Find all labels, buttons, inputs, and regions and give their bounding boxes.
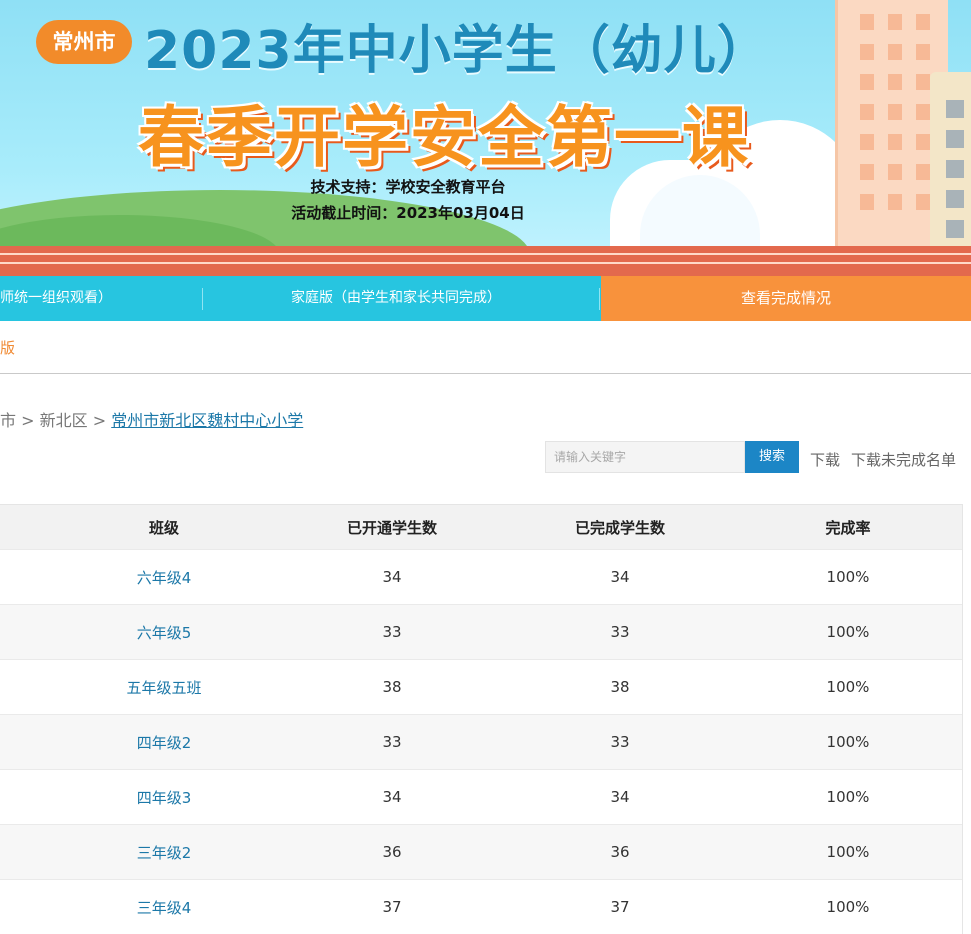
- opened-count: 38: [382, 678, 402, 696]
- completion-rate: 100%: [826, 678, 870, 696]
- opened-count: 34: [382, 568, 402, 586]
- class-link[interactable]: 四年级3: [50, 770, 278, 824]
- class-link[interactable]: 六年级4: [50, 550, 278, 604]
- running-track-decoration: [0, 246, 971, 276]
- column-header-completed: 已完成学生数: [574, 518, 665, 537]
- city-badge: 常州市: [36, 20, 132, 64]
- sub-tab-version[interactable]: 版: [0, 337, 15, 358]
- table-row: 六年级5 33 33 100%: [0, 604, 962, 659]
- tech-support-text: 技术支持：学校安全教育平台: [310, 178, 506, 196]
- completed-count: 34: [610, 568, 630, 586]
- breadcrumb: 市 > 新北区 > 常州市新北区魏村中心小学: [0, 407, 303, 431]
- table-row: 四年级2 33 33 100%: [0, 714, 962, 769]
- table-row: 六年级4 34 34 100%: [0, 549, 962, 604]
- class-link[interactable]: 五年级五班: [50, 660, 278, 714]
- deadline-text: 活动截止时间：2023年03月04日: [291, 204, 525, 222]
- nav-item-view-completion[interactable]: 查看完成情况: [601, 276, 971, 321]
- header-banner: 常州市 2023年中小学生（幼儿） 春季开学安全第一课 技术支持：学校安全教育平…: [0, 0, 971, 276]
- column-header-opened: 已开通学生数: [346, 518, 437, 537]
- breadcrumb-district[interactable]: 新北区: [40, 411, 88, 430]
- banner-subtitle: 春季开学安全第一课: [138, 99, 750, 176]
- table-row: 五年级五班 38 38 100%: [0, 659, 962, 714]
- completed-count: 38: [610, 678, 630, 696]
- completed-count: 36: [610, 843, 630, 861]
- completion-rate: 100%: [826, 898, 870, 916]
- column-header-class: 班级: [148, 518, 179, 537]
- opened-count: 36: [382, 843, 402, 861]
- search-button[interactable]: 搜索: [745, 441, 799, 473]
- completion-rate: 100%: [826, 623, 870, 641]
- nav-divider: [599, 288, 600, 310]
- class-link[interactable]: 三年级4: [50, 880, 278, 934]
- table-row: 三年级2 36 36 100%: [0, 824, 962, 879]
- class-link[interactable]: 四年级2: [50, 715, 278, 769]
- opened-count: 33: [382, 623, 402, 641]
- nav-item-teacher-version[interactable]: 师统一组织观看）: [0, 276, 112, 321]
- completion-rate: 100%: [826, 733, 870, 751]
- download-incomplete-link[interactable]: 下载未完成名单: [851, 449, 956, 470]
- building-illustration: [930, 72, 971, 256]
- divider: [0, 373, 971, 374]
- opened-count: 34: [382, 788, 402, 806]
- completed-count: 34: [610, 788, 630, 806]
- breadcrumb-school[interactable]: 常州市新北区魏村中心小学: [111, 411, 303, 430]
- download-link[interactable]: 下载: [810, 449, 840, 470]
- opened-count: 33: [382, 733, 402, 751]
- completed-count: 33: [610, 623, 630, 641]
- search-input[interactable]: [545, 441, 745, 473]
- breadcrumb-separator: >: [21, 411, 40, 430]
- breadcrumb-separator: >: [92, 411, 112, 430]
- main-nav: 师统一组织观看） 家庭版（由学生和家长共同完成） 查看完成情况: [0, 276, 971, 321]
- table-row: 四年级3 34 34 100%: [0, 769, 962, 824]
- column-header-rate: 完成率: [825, 518, 871, 537]
- completion-table: 班级 已开通学生数 已完成学生数 完成率 六年级4 34 34 100% 六年级…: [0, 504, 963, 934]
- table-header: 班级 已开通学生数 已完成学生数 完成率: [0, 504, 962, 549]
- opened-count: 37: [382, 898, 402, 916]
- completion-rate: 100%: [826, 843, 870, 861]
- completed-count: 37: [610, 898, 630, 916]
- completion-rate: 100%: [826, 568, 870, 586]
- completion-rate: 100%: [826, 788, 870, 806]
- completed-count: 33: [610, 733, 630, 751]
- breadcrumb-city[interactable]: 市: [0, 411, 16, 430]
- class-link[interactable]: 三年级2: [50, 825, 278, 879]
- nav-divider: [202, 288, 203, 310]
- nav-item-family-version[interactable]: 家庭版（由学生和家长共同完成）: [291, 276, 501, 321]
- banner-title: 2023年中小学生（幼儿）: [144, 21, 770, 81]
- table-row: 三年级4 37 37 100%: [0, 879, 962, 934]
- class-link[interactable]: 六年级5: [50, 605, 278, 659]
